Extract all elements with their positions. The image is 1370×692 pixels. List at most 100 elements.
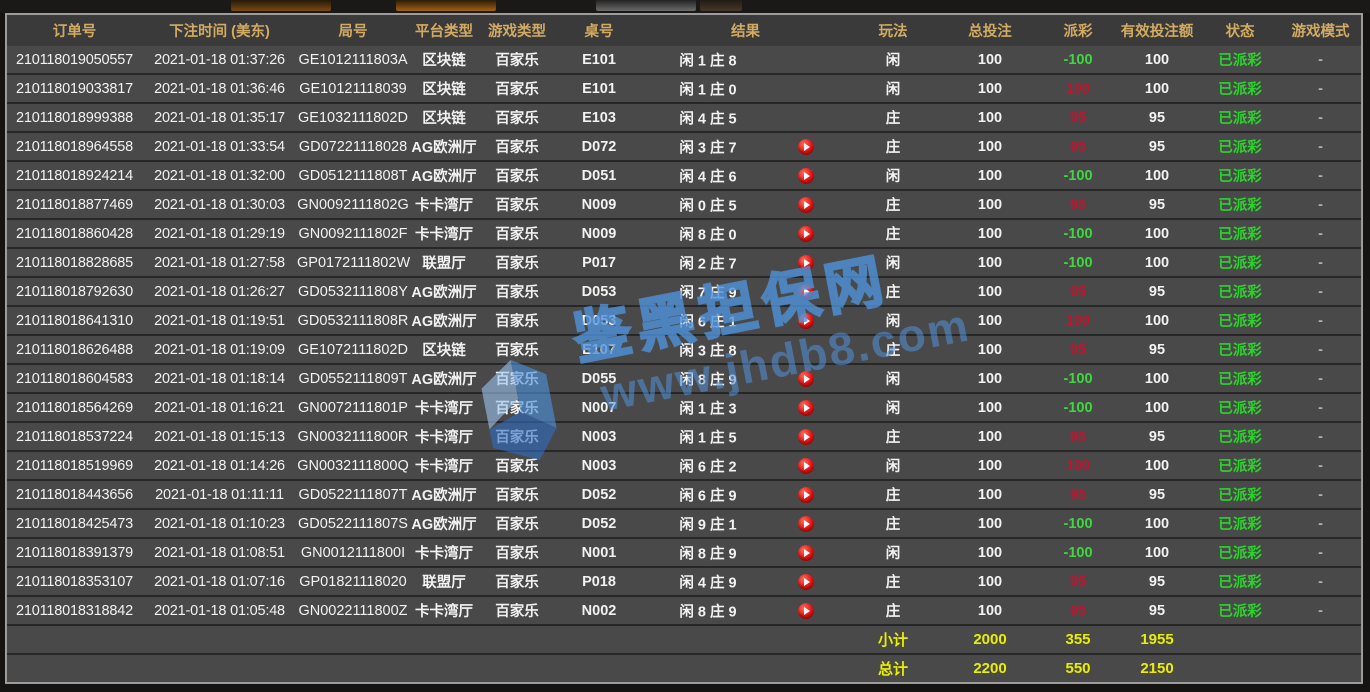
total-bet: 100 [938,81,1042,97]
total-total-bet: 2200 [938,660,1042,677]
table-row: 210118018318842 2021-01-18 01:05:48 GN00… [7,595,1361,624]
replay-play-icon[interactable] [798,255,814,271]
status-badge: 已派彩 [1200,426,1280,447]
game-type: 百家乐 [479,484,555,505]
valid-bet: 100 [1114,81,1200,97]
game-mode: - [1280,226,1361,242]
table-row: 210118018353107 2021-01-18 01:07:16 GP01… [7,566,1361,595]
table-number: N003 [555,429,643,445]
platform-type: 卡卡湾厅 [409,542,479,563]
result-text: 闲 4 庄 6 [643,165,773,186]
round-id: GD0512111808T [297,168,409,184]
status-badge: 已派彩 [1200,165,1280,186]
round-id: GD07221118028 [297,139,409,155]
replay-play-icon[interactable] [798,371,814,387]
payout-amount: -100 [1042,226,1114,242]
bet-time: 2021-01-18 01:26:27 [142,284,297,300]
bet-side: 闲 [848,397,938,418]
game-mode: - [1280,110,1361,126]
result-text: 闲 0 庄 5 [643,194,773,215]
replay-play-icon[interactable] [798,400,814,416]
result-cell: 闲 4 庄 6 [643,162,848,189]
result-text: 闲 8 庄 9 [643,368,773,389]
payout-amount: -100 [1042,400,1114,416]
platform-type: AG欧洲厅 [409,310,479,331]
total-row: 总计 2200 550 2150 [7,653,1361,682]
game-type: 百家乐 [479,426,555,447]
round-id: GP0172111802W [297,255,409,271]
status-badge: 已派彩 [1200,223,1280,244]
table-header-row: 订单号 下注时间 (美东) 局号 平台类型 游戏类型 桌号 结果 玩法 总投注 … [7,15,1361,46]
total-bet: 100 [938,545,1042,561]
replay-play-icon[interactable] [798,197,814,213]
payout-amount: 95 [1042,284,1114,300]
replay-play-icon[interactable] [798,458,814,474]
col-header-game-mode: 游戏模式 [1280,20,1361,41]
payout-amount: 95 [1042,487,1114,503]
result-cell: 闲 3 庄 8 [643,336,848,363]
table-row: 210118018443656 2021-01-18 01:11:11 GD05… [7,479,1361,508]
replay-play-icon[interactable] [798,545,814,561]
payout-amount: 100 [1042,313,1114,329]
result-cell: 闲 8 庄 0 [643,220,848,247]
result-text: 闲 1 庄 8 [643,49,773,70]
total-bet: 100 [938,139,1042,155]
bet-side: 闲 [848,310,938,331]
result-cell: 闲 1 庄 8 [643,46,848,73]
replay-play-icon[interactable] [798,429,814,445]
game-mode: - [1280,400,1361,416]
valid-bet: 95 [1114,197,1200,213]
result-text: 闲 1 庄 0 [643,78,773,99]
result-text: 闲 9 庄 1 [643,513,773,534]
replay-play-icon[interactable] [798,139,814,155]
platform-type: 区块链 [409,78,479,99]
replay-play-icon[interactable] [798,226,814,242]
table-row: 210118018860428 2021-01-18 01:29:19 GN00… [7,218,1361,247]
game-type: 百家乐 [479,339,555,360]
total-bet: 100 [938,574,1042,590]
replay-play-icon[interactable] [798,574,814,590]
bet-side: 闲 [848,49,938,70]
bet-time: 2021-01-18 01:14:26 [142,458,297,474]
game-type: 百家乐 [479,397,555,418]
game-type: 百家乐 [479,310,555,331]
status-badge: 已派彩 [1200,339,1280,360]
bet-side: 庄 [848,484,938,505]
replay-play-icon[interactable] [798,168,814,184]
result-text: 闲 1 庄 3 [643,397,773,418]
replay-play-icon[interactable] [798,487,814,503]
status-badge: 已派彩 [1200,542,1280,563]
replay-play-icon[interactable] [798,603,814,619]
replay-play-icon[interactable] [798,284,814,300]
valid-bet: 100 [1114,458,1200,474]
bet-history-table: 订单号 下注时间 (美东) 局号 平台类型 游戏类型 桌号 结果 玩法 总投注 … [5,13,1363,684]
bet-time: 2021-01-18 01:35:17 [142,110,297,126]
round-id: GN0032111800R [297,429,409,445]
table-row: 210118018391379 2021-01-18 01:08:51 GN00… [7,537,1361,566]
result-text: 闲 8 庄 9 [643,542,773,563]
order-id: 210118018391379 [7,545,142,561]
table-row: 210118018877469 2021-01-18 01:30:03 GN00… [7,189,1361,218]
payout-amount: 95 [1042,342,1114,358]
round-id: GE10121118039 [297,81,409,97]
round-id: GD0532111808Y [297,284,409,300]
replay-play-icon[interactable] [798,313,814,329]
total-bet: 100 [938,458,1042,474]
platform-type: 卡卡湾厅 [409,397,479,418]
table-row: 210118019033817 2021-01-18 01:36:46 GE10… [7,73,1361,102]
status-badge: 已派彩 [1200,571,1280,592]
top-tab-remnant [700,0,742,11]
platform-type: 联盟厅 [409,252,479,273]
total-label: 总计 [848,658,938,679]
table-row: 210118018537224 2021-01-18 01:15:13 GN00… [7,421,1361,450]
replay-play-icon[interactable] [798,516,814,532]
col-header-order-id: 订单号 [7,20,142,41]
table-number: E101 [555,81,643,97]
result-text: 闲 6 庄 2 [643,455,773,476]
game-mode: - [1280,458,1361,474]
valid-bet: 95 [1114,342,1200,358]
bet-side: 庄 [848,281,938,302]
table-number: N002 [555,603,643,619]
payout-amount: -100 [1042,371,1114,387]
result-text: 闲 6 庄 9 [643,484,773,505]
